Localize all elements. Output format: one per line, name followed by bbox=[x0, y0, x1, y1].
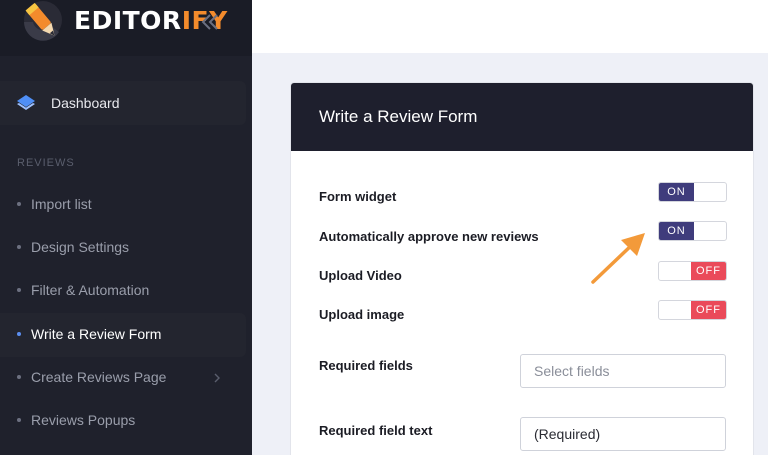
bullet-icon bbox=[17, 202, 21, 206]
toggle-state: OFF bbox=[691, 262, 726, 280]
bullet-icon bbox=[17, 332, 21, 336]
required-fields-placeholder: Select fields bbox=[534, 363, 610, 379]
auto-approve-label: Automatically approve new reviews bbox=[319, 229, 539, 244]
card-title: Write a Review Form bbox=[319, 107, 478, 126]
sidebar-item-filter-automation[interactable]: Filter & Automation bbox=[0, 275, 246, 307]
required-fields-label: Required fields bbox=[319, 358, 413, 373]
review-form-card: Write a Review Form Form widget ON Autom… bbox=[290, 82, 754, 455]
sidebar-item-label: Design Settings bbox=[31, 239, 130, 255]
sidebar-item-label: Create Reviews Page bbox=[31, 369, 167, 385]
form-widget-label: Form widget bbox=[319, 189, 397, 204]
pencil-logo-icon bbox=[24, 1, 62, 41]
sidebar-item-dashboard[interactable]: Dashboard bbox=[0, 81, 246, 125]
upload-video-toggle[interactable]: OFF bbox=[658, 261, 727, 281]
toggle-state: ON bbox=[659, 222, 694, 240]
top-bar bbox=[252, 0, 768, 53]
required-field-text-label: Required field text bbox=[319, 423, 433, 438]
card-header: Write a Review Form bbox=[291, 83, 753, 151]
bullet-icon bbox=[17, 288, 21, 292]
required-field-text-value: (Required) bbox=[534, 426, 601, 442]
upload-video-label: Upload Video bbox=[319, 268, 402, 283]
sidebar-item-import-list[interactable]: Import list bbox=[0, 189, 246, 221]
sidebar-item-label: Write a Review Form bbox=[31, 326, 162, 342]
form-widget-toggle[interactable]: ON bbox=[658, 182, 727, 202]
sidebar-item-label: Reviews Popups bbox=[31, 412, 136, 428]
sidebar-item-create-reviews-page[interactable]: Create Reviews Page bbox=[0, 362, 246, 394]
bullet-icon bbox=[17, 418, 21, 422]
required-field-text-input[interactable]: (Required) bbox=[520, 417, 726, 451]
toggle-state: OFF bbox=[691, 301, 726, 319]
bullet-icon bbox=[17, 245, 21, 249]
collapse-sidebar-icon[interactable] bbox=[199, 10, 221, 34]
section-label-reviews: REVIEWS bbox=[17, 157, 75, 169]
sidebar-item-design-settings[interactable]: Design Settings bbox=[0, 232, 246, 264]
arrow-annotation-icon bbox=[591, 233, 645, 284]
sidebar-item-reviews-popups[interactable]: Reviews Popups bbox=[0, 405, 246, 437]
bullet-icon bbox=[17, 375, 21, 379]
sidebar-item-label: Filter & Automation bbox=[31, 282, 150, 298]
required-fields-select[interactable]: Select fields bbox=[520, 354, 726, 388]
sidebar-item-label: Import list bbox=[31, 196, 92, 212]
sidebar-item-write-review-form[interactable]: Write a Review Form bbox=[0, 319, 246, 351]
sidebar-item-label: Dashboard bbox=[51, 95, 120, 111]
toggle-state: ON bbox=[659, 183, 694, 201]
upload-image-label: Upload image bbox=[319, 307, 405, 322]
upload-image-toggle[interactable]: OFF bbox=[658, 300, 727, 320]
auto-approve-toggle[interactable]: ON bbox=[658, 221, 727, 241]
layers-icon bbox=[17, 95, 35, 110]
sidebar: EDITORIFY Dashboard REVIEWS Import list … bbox=[0, 0, 252, 455]
brand-name-prefix: EDITOR bbox=[74, 6, 182, 35]
logo-bar: EDITORIFY bbox=[0, 0, 252, 56]
chevron-right-icon bbox=[214, 373, 220, 383]
